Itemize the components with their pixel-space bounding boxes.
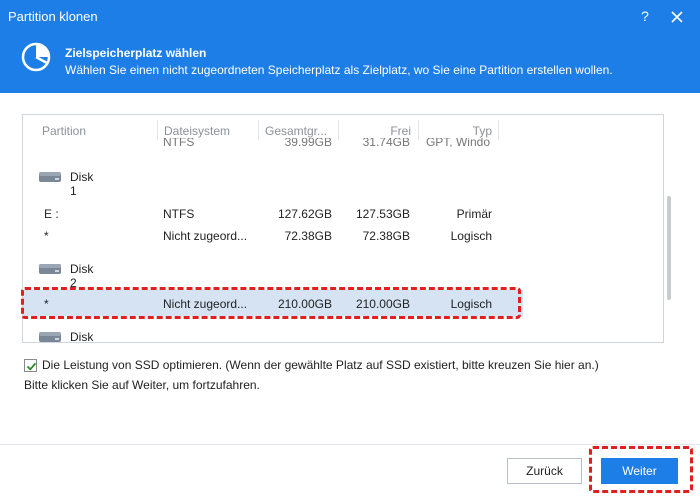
ssd-checkbox[interactable] bbox=[24, 359, 37, 372]
back-button[interactable]: Zurück bbox=[507, 458, 582, 484]
next-button-highlight-frame bbox=[589, 446, 693, 493]
hard-disk-icon bbox=[39, 172, 61, 182]
ssd-checkbox-label: Die Leistung von SSD optimieren. (Wenn d… bbox=[42, 358, 599, 372]
continue-hint: Bitte klicken Sie auf Weiter, um fortzuf… bbox=[24, 378, 260, 392]
wizard-header: Zielspeicherplatz wählen Wählen Sie eine… bbox=[0, 33, 700, 93]
disk-label: Disk 1 bbox=[70, 170, 94, 198]
row-highlight-frame bbox=[21, 287, 521, 319]
step-title: Zielspeicherplatz wählen bbox=[65, 46, 207, 60]
col-type[interactable]: Typ bbox=[418, 124, 492, 138]
help-icon[interactable]: ? bbox=[636, 7, 654, 25]
hard-disk-icon bbox=[39, 332, 61, 342]
list-scrollbar[interactable] bbox=[667, 196, 671, 300]
disk-3-clip: Disk 3 bbox=[23, 325, 663, 342]
col-partition[interactable]: Partition bbox=[42, 124, 86, 138]
disk-label: Disk 2 bbox=[70, 262, 94, 290]
col-free[interactable]: Frei bbox=[338, 124, 411, 138]
col-total[interactable]: Gesamtgr... bbox=[265, 124, 327, 138]
window-title: Partition klonen bbox=[8, 9, 98, 24]
hard-disk-icon bbox=[39, 264, 61, 274]
pie-chart-icon bbox=[20, 41, 52, 73]
disk-label: Disk 3 bbox=[70, 330, 94, 342]
step-subtitle: Wählen Sie einen nicht zugeordneten Spei… bbox=[65, 63, 613, 77]
check-icon bbox=[26, 362, 37, 371]
close-icon[interactable] bbox=[667, 7, 687, 27]
clipped-row: NTFS 39.99GB 31.74GB GPT, Windo bbox=[163, 138, 490, 147]
footer-divider bbox=[0, 444, 700, 445]
col-filesystem[interactable]: Dateisystem bbox=[164, 124, 230, 138]
title-bar: Partition klonen ? bbox=[0, 0, 700, 33]
